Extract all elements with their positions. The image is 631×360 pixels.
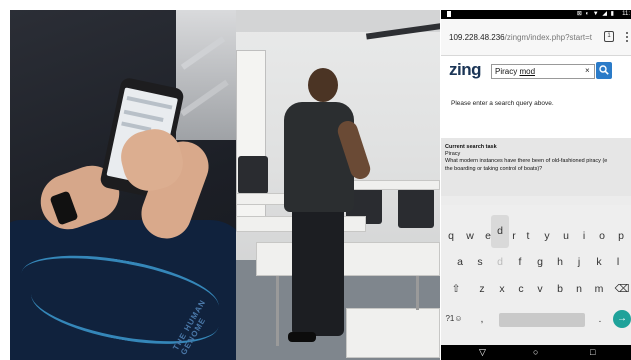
search-text: Piracy <box>495 67 520 76</box>
task-title: Current search task <box>445 144 497 150</box>
back-button[interactable]: ▽ <box>479 347 486 358</box>
shift-icon[interactable]: ⇧ <box>447 277 465 301</box>
key-o[interactable]: o <box>593 224 611 248</box>
key-u[interactable]: u <box>557 224 575 248</box>
url-host: 109.228.48.236 <box>449 33 505 42</box>
key-q[interactable]: q <box>442 224 460 248</box>
person-shoe <box>288 332 316 342</box>
search-button[interactable] <box>596 62 612 79</box>
keyboard-row-1: q w d e r t y u i o p <box>441 215 631 251</box>
task-question: What modern instances have there been of… <box>445 158 608 164</box>
task-topic: Piracy <box>445 151 461 157</box>
desk-leg <box>276 276 279 346</box>
person-torso <box>284 102 354 212</box>
keyboard-row-3: ⇧ z x c v b n m ⌫ <box>441 277 631 304</box>
desk-leg <box>416 276 419 310</box>
key-i[interactable]: i <box>575 224 593 248</box>
key-g[interactable]: g <box>531 250 549 274</box>
status-icons: ⊠ ◐ ▼ ◢ ▮ <box>576 11 615 17</box>
browser-address-bar[interactable]: 109.228.48.236/zingm/index.php?start=t 1 <box>441 19 631 56</box>
key-l[interactable]: l <box>609 250 627 274</box>
keyboard-row-2: a s d f g h j k l <box>441 250 631 277</box>
backspace-icon[interactable]: ⌫ <box>613 277 631 301</box>
key-d[interactable]: d <box>491 250 509 274</box>
phone-screenshot: ⊠ ◐ ▼ ◢ ▮ 11: 109.228.48.236/zingm/index… <box>441 10 631 360</box>
zing-logo: zing <box>449 60 482 79</box>
clear-search-button[interactable]: × <box>585 66 590 75</box>
search-input[interactable]: Piracy mod <box>491 64 595 79</box>
key-x[interactable]: x <box>493 277 511 301</box>
key-c[interactable]: c <box>512 277 530 301</box>
key-k[interactable]: k <box>590 250 608 274</box>
task-question: the boarding or taking control of boats)… <box>445 165 543 172</box>
space-bar[interactable] <box>499 313 585 327</box>
key-f[interactable]: f <box>511 250 529 274</box>
recents-button[interactable]: □ <box>590 347 595 358</box>
chair <box>238 156 268 194</box>
search-prompt-text: Please enter a search query above. <box>451 100 554 107</box>
current-task-panel: Current search task Piracy What modern i… <box>441 138 631 196</box>
desk <box>256 242 440 276</box>
desk <box>346 180 440 190</box>
person-legs <box>292 206 344 336</box>
home-button[interactable]: ○ <box>533 347 538 358</box>
page-content: zing Piracy mod × Please enter a search … <box>441 56 631 138</box>
key-t[interactable]: t <box>519 224 537 248</box>
key-y[interactable]: y <box>538 224 556 248</box>
onscreen-keyboard: q w d e r t y u i o p a s d f g h j k l … <box>441 205 631 345</box>
comma-key[interactable]: , <box>473 307 491 331</box>
photo-phone-in-hands: THE HUMAN GENOME <box>10 10 236 360</box>
key-h[interactable]: h <box>551 250 569 274</box>
desk <box>346 308 440 358</box>
key-v[interactable]: v <box>531 277 549 301</box>
tab-switcher-button[interactable]: 1 <box>604 31 614 42</box>
url-field[interactable]: 109.228.48.236/zingm/index.php?start=t <box>449 33 595 42</box>
key-b[interactable]: b <box>551 277 569 301</box>
person-head <box>308 68 338 102</box>
key-e[interactable]: e <box>479 224 497 248</box>
key-p[interactable]: p <box>612 224 630 248</box>
go-arrow-icon[interactable]: → <box>613 310 631 328</box>
key-m[interactable]: m <box>590 277 608 301</box>
key-j[interactable]: j <box>570 250 588 274</box>
status-bar: ⊠ ◐ ▼ ◢ ▮ 11: <box>441 10 631 19</box>
search-composing-text: mod <box>519 67 536 76</box>
search-icon <box>599 65 609 75</box>
notification-icon <box>447 11 451 17</box>
status-time: 11: <box>622 11 630 17</box>
period-key[interactable]: . <box>591 307 609 331</box>
background-wall <box>176 10 236 140</box>
key-n[interactable]: n <box>570 277 588 301</box>
android-nav-bar: ▽ ○ □ <box>441 345 631 360</box>
photo-classroom <box>236 10 440 360</box>
url-path: /zingm/index.php?start=t <box>504 33 592 42</box>
key-s[interactable]: s <box>471 250 489 274</box>
study-composite-image: THE HUMAN GENOME ⊠ ◐ ▼ ◢ ▮ 11: 109.228.4… <box>0 0 631 360</box>
key-a[interactable]: a <box>451 250 469 274</box>
keyboard-row-4: ?1☺ , . → <box>441 307 631 334</box>
chair <box>398 188 434 228</box>
key-z[interactable]: z <box>473 277 491 301</box>
key-w[interactable]: w <box>461 224 479 248</box>
symbols-key[interactable]: ?1☺ <box>445 307 463 331</box>
overflow-menu-icon[interactable] <box>626 32 629 42</box>
